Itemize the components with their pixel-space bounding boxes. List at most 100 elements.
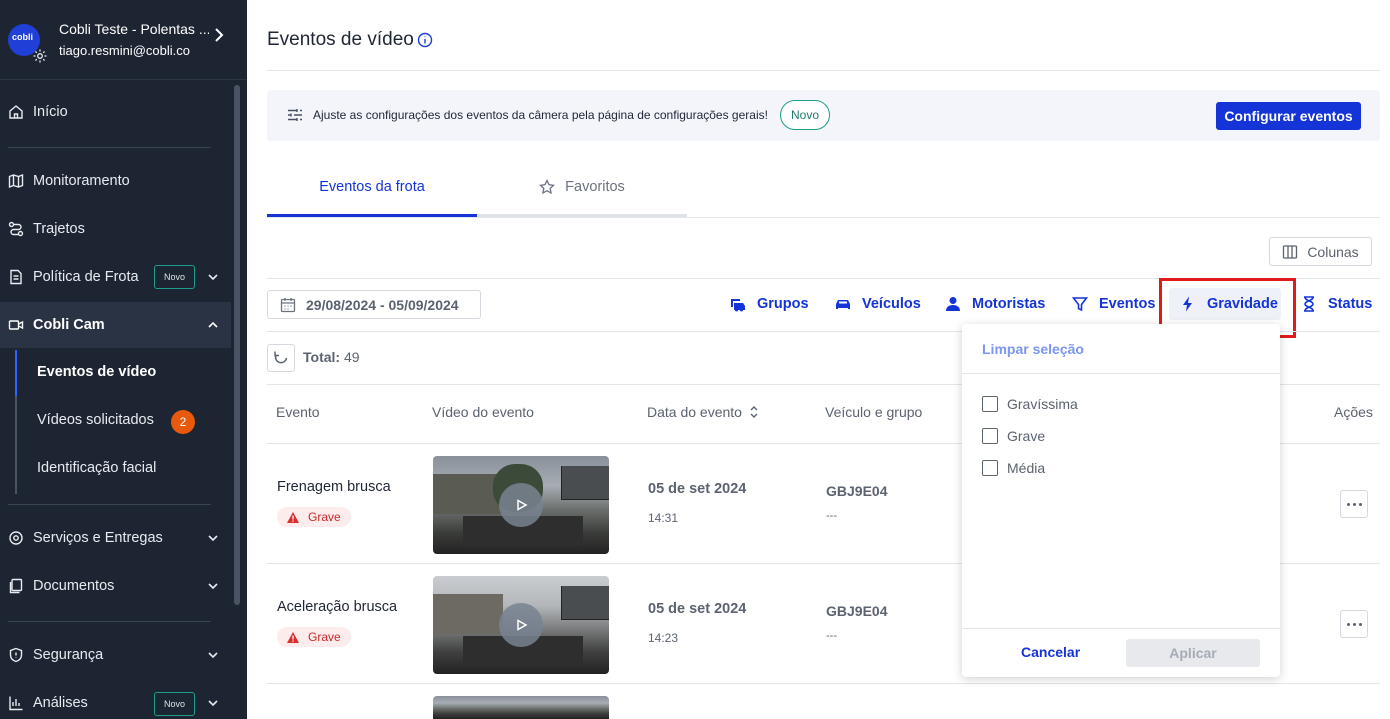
sidebar: cobli Cobli Teste - Polentas ... tiago.r…	[0, 0, 247, 719]
date-range-value: 29/08/2024 - 05/09/2024	[306, 296, 459, 313]
count-badge: 2	[171, 410, 195, 434]
column-header-data[interactable]: Data do evento	[647, 404, 760, 420]
severity-option-gravissima[interactable]: Gravíssima	[982, 395, 1078, 413]
filter-veiculos[interactable]: Veículos	[834, 294, 921, 314]
sidebar-item-analises[interactable]: Análises	[0, 680, 231, 719]
checkbox[interactable]	[982, 428, 998, 444]
sort-icon	[750, 406, 758, 418]
date-range-picker[interactable]: 29/08/2024 - 05/09/2024	[267, 290, 481, 319]
sidebar-item-label: Monitoramento	[33, 173, 130, 189]
org-switcher[interactable]: cobli Cobli Teste - Polentas ... tiago.r…	[0, 0, 247, 80]
column-header-evento: Evento	[276, 404, 320, 420]
home-icon	[9, 105, 23, 119]
severity-option-grave[interactable]: Grave	[982, 427, 1045, 445]
cancel-button[interactable]: Cancelar	[1021, 644, 1080, 660]
chart-icon	[9, 696, 23, 711]
sidebar-item-label: Política de Frota	[33, 269, 139, 285]
vehicles-group-icon	[731, 299, 745, 312]
sidebar-divider	[8, 147, 211, 148]
info-icon[interactable]	[417, 32, 433, 48]
columns-label: Colunas	[1307, 243, 1359, 260]
tab-favoritos[interactable]: Favoritos	[477, 160, 687, 217]
documents-icon	[9, 578, 23, 594]
sidebar-item-documentos[interactable]: Documentos	[0, 563, 231, 609]
severity-label: Grave	[308, 630, 341, 644]
warning-icon	[287, 631, 299, 643]
user-email: tiago.resmini@cobli.co	[59, 43, 190, 58]
play-icon[interactable]	[499, 483, 543, 527]
tab-eventos-da-frota[interactable]: Eventos da frota	[267, 160, 477, 217]
sidebar-item-politica-de-frota[interactable]: Política de Frota	[0, 254, 231, 300]
filter-label: Motoristas	[972, 296, 1046, 312]
columns-icon	[1283, 244, 1298, 259]
refresh-button[interactable]	[267, 344, 295, 372]
vehicle-group: ---	[826, 630, 837, 642]
event-name: Aceleração brusca	[277, 599, 398, 615]
severity-filter-dropdown: Limpar seleção Gravíssima Grave Média Ca…	[962, 324, 1280, 677]
sidebar-item-trajetos[interactable]: Trajetos	[0, 206, 231, 252]
filter-label: Veículos	[862, 296, 921, 312]
chevron-right-icon	[215, 28, 224, 42]
clear-selection-link[interactable]: Limpar seleção	[982, 341, 1084, 357]
settings-sliders-icon	[288, 109, 302, 121]
sidebar-subitem-identificacao-facial[interactable]: Identificação facial	[37, 460, 156, 476]
apply-button[interactable]: Aplicar	[1126, 639, 1260, 667]
location-icon	[9, 531, 23, 545]
video-thumbnail[interactable]	[433, 576, 609, 674]
sidebar-item-label: Serviços e Entregas	[33, 530, 163, 546]
submenu-active-indicator	[15, 350, 17, 396]
total-label: Total:	[303, 349, 341, 365]
severity-option-media[interactable]: Média	[982, 459, 1045, 477]
chevron-up-icon	[208, 321, 218, 328]
warning-icon	[287, 511, 299, 523]
checkbox[interactable]	[982, 396, 998, 412]
sidebar-item-cobli-cam[interactable]: Cobli Cam	[0, 302, 231, 348]
filter-status[interactable]: Status	[1300, 294, 1372, 314]
filter-icon	[1071, 297, 1089, 312]
option-label: Gravíssima	[1007, 396, 1078, 412]
severity-badge: Grave	[277, 507, 351, 527]
more-actions-button[interactable]	[1340, 490, 1368, 518]
sidebar-subitem-eventos-de-video[interactable]: Eventos de vídeo	[37, 364, 156, 380]
divider	[962, 628, 1280, 629]
event-name: Frenagem brusca	[277, 479, 391, 495]
video-thumbnail[interactable]	[433, 696, 609, 719]
shield-icon	[9, 647, 23, 663]
total-count: Total: 49	[303, 349, 360, 365]
more-actions-button[interactable]	[1340, 610, 1368, 638]
chevron-down-icon	[208, 583, 218, 590]
new-badge: Novo	[780, 100, 830, 130]
sidebar-item-label: Cobli Cam	[33, 317, 105, 333]
sidebar-item-monitoramento[interactable]: Monitoramento	[0, 158, 231, 204]
play-icon[interactable]	[499, 603, 543, 647]
sidebar-item-label: Análises	[33, 695, 88, 711]
sidebar-item-label: Trajetos	[33, 221, 85, 237]
sidebar-item-label: Segurança	[33, 647, 104, 663]
sidebar-scrollbar[interactable]	[234, 85, 240, 605]
total-value: 49	[343, 349, 360, 365]
filter-motoristas[interactable]: Motoristas	[944, 294, 1045, 314]
column-header-veiculo: Veículo e grupo	[825, 404, 923, 420]
divider	[267, 70, 1380, 71]
divider	[962, 373, 1280, 374]
org-name: Cobli Teste - Polentas ...	[59, 21, 209, 37]
sidebar-subitem-videos-solicitados[interactable]: Vídeos solicitados	[37, 412, 154, 428]
configure-events-button[interactable]: Configurar eventos	[1216, 102, 1361, 130]
sidebar-item-seguranca[interactable]: Segurança	[0, 632, 231, 678]
column-header-label: Data do evento	[647, 404, 742, 420]
filter-grupos[interactable]: Grupos	[729, 294, 809, 314]
sidebar-item-servicos-entregas[interactable]: Serviços e Entregas	[0, 515, 231, 561]
checkbox[interactable]	[982, 460, 998, 476]
column-header-acoes: Ações	[1334, 404, 1373, 420]
org-avatar: cobli	[8, 23, 47, 62]
columns-button[interactable]: Colunas	[1269, 237, 1372, 266]
video-thumbnail[interactable]	[433, 456, 609, 554]
driver-icon	[946, 297, 960, 311]
sidebar-item-inicio[interactable]: Início	[0, 89, 231, 135]
sidebar-item-label: Documentos	[33, 578, 115, 594]
star-icon	[539, 179, 556, 195]
new-badge: Novo	[154, 692, 195, 716]
camera-icon	[8, 320, 24, 330]
filter-label: Grupos	[757, 296, 809, 312]
filter-eventos[interactable]: Eventos	[1071, 294, 1155, 314]
